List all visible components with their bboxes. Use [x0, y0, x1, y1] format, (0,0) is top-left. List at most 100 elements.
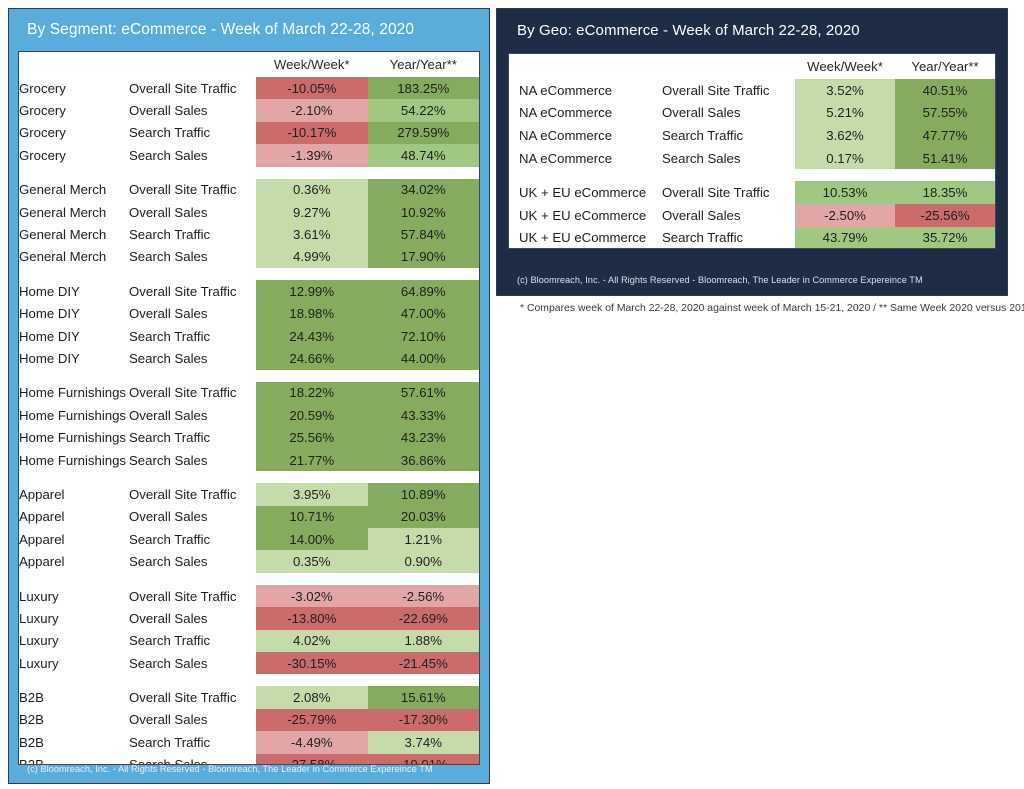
row-category: Apparel — [19, 483, 129, 506]
row-category: Apparel — [19, 528, 129, 551]
row-category: Apparel — [19, 505, 129, 529]
row-category: Luxury — [19, 651, 129, 675]
geo-table-head: Week/Week* Year/Year** — [509, 54, 995, 79]
row-metric: Search Traffic — [656, 226, 795, 248]
group-spacer-row — [19, 268, 479, 281]
cell-week-over-week: 0.35% — [256, 550, 368, 573]
segment-header-metric — [129, 52, 256, 77]
geo-header-metric — [656, 54, 795, 79]
group-spacer — [19, 471, 479, 484]
table-row: Home DIY Search Sales 24.66% 44.00% — [19, 347, 479, 370]
cell-week-over-week: 25.56% — [256, 426, 368, 449]
row-metric: Overall Site Traffic — [129, 686, 256, 709]
row-category: Luxury — [19, 607, 129, 630]
table-row: Home DIY Overall Sales 18.98% 47.00% — [19, 302, 479, 325]
segment-header-row: Week/Week* Year/Year** — [19, 52, 479, 77]
table-row: General Merch Overall Sales 9.27% 10.92% — [19, 200, 479, 224]
row-metric: Overall Site Traffic — [656, 181, 795, 204]
group-spacer — [19, 572, 479, 585]
geo-panel-title: By Geo: eCommerce - Week of March 22-28,… — [517, 22, 860, 39]
row-metric: Search Traffic — [129, 121, 256, 145]
table-row: B2B Search Traffic -4.49% 3.74% — [19, 731, 479, 754]
row-metric: Search Sales — [129, 144, 256, 167]
row-metric: Overall Site Traffic — [129, 280, 256, 303]
cell-week-over-week: 5.21% — [795, 101, 895, 125]
table-row: Apparel Overall Site Traffic 3.95% 10.89% — [19, 483, 479, 506]
table-row: NA eCommerce Overall Sales 5.21% 57.55% — [509, 101, 995, 125]
cell-week-over-week: 24.66% — [256, 347, 368, 370]
cell-week-over-week: -10.05% — [256, 77, 368, 100]
row-metric: Search Sales — [129, 347, 256, 370]
cell-week-over-week: 20.59% — [256, 404, 368, 427]
cell-year-over-year: 72.10% — [367, 324, 479, 348]
cell-week-over-week: 3.95% — [256, 483, 368, 506]
row-metric: Overall Sales — [129, 302, 256, 325]
cell-year-over-year: 36.86% — [367, 448, 479, 472]
table-row: NA eCommerce Overall Site Traffic 3.52% 40.… — [509, 79, 995, 102]
cell-week-over-week: 4.99% — [256, 245, 368, 269]
table-row: Apparel Overall Sales 10.71% 20.03% — [19, 505, 479, 529]
row-category: UK + EU eCommerce — [509, 203, 656, 227]
cell-week-over-week: 3.61% — [256, 223, 368, 246]
table-row: General Merch Search Sales 4.99% 17.90% — [19, 245, 479, 269]
row-category: Home DIY — [19, 280, 129, 303]
geo-table: Week/Week* Year/Year** NA eCommerce Overa… — [509, 54, 995, 248]
cell-year-over-year: 1.88% — [367, 629, 479, 652]
cell-week-over-week: 18.98% — [256, 302, 368, 325]
table-row: UK + EU eCommerce Search Traffic 43.79% 35.… — [509, 226, 995, 248]
cell-year-over-year: 54.22% — [367, 99, 479, 122]
cell-week-over-week: 18.22% — [256, 381, 368, 405]
geo-table-body: NA eCommerce Overall Site Traffic 3.52% 40.… — [509, 79, 995, 248]
table-row: Grocery Search Sales -1.39% 48.74% — [19, 144, 479, 167]
row-category: General Merch — [19, 223, 129, 246]
group-spacer — [19, 674, 479, 687]
cell-week-over-week: -2.10% — [256, 99, 368, 122]
table-row: General Merch Overall Site Traffic 0.36% 34… — [19, 178, 479, 201]
cell-year-over-year: 183.25% — [367, 77, 479, 100]
cell-year-over-year: 48.74% — [367, 144, 479, 167]
row-category: Home DIY — [19, 347, 129, 370]
row-category: Grocery — [19, 99, 129, 122]
cell-week-over-week: 2.08% — [256, 686, 368, 709]
row-category: Home DIY — [19, 302, 129, 325]
cell-week-over-week: 3.62% — [795, 124, 895, 147]
report-canvas: By Segment: eCommerce - Week of March 22… — [0, 0, 1024, 789]
cell-year-over-year: 3.74% — [367, 731, 479, 754]
segment-header-category — [19, 52, 129, 77]
cell-year-over-year: -17.30% — [367, 708, 479, 732]
row-metric: Search Traffic — [129, 426, 256, 449]
cell-week-over-week: 10.53% — [795, 181, 895, 204]
row-metric: Overall Sales — [129, 404, 256, 427]
group-spacer — [509, 169, 995, 182]
segment-panel-title: By Segment: eCommerce - Week of March 22… — [27, 21, 415, 38]
cell-week-over-week: -13.80% — [256, 607, 368, 630]
cell-year-over-year: 35.72% — [895, 226, 995, 248]
row-metric: Search Sales — [129, 651, 256, 675]
row-category: General Merch — [19, 245, 129, 269]
table-row: General Merch Search Traffic 3.61% 57.84% — [19, 223, 479, 246]
row-metric: Overall Site Traffic — [129, 381, 256, 405]
row-category: B2B — [19, 731, 129, 754]
row-metric: Search Sales — [129, 448, 256, 472]
row-metric: Overall Sales — [129, 708, 256, 732]
cell-year-over-year: 44.00% — [367, 347, 479, 370]
group-spacer-row — [19, 572, 479, 585]
table-row: Apparel Search Traffic 14.00% 1.21% — [19, 528, 479, 551]
table-row: B2B Overall Sales -25.79% -17.30% — [19, 708, 479, 732]
geo-header-category — [509, 54, 656, 79]
table-row: UK + EU eCommerce Overall Site Traffic 10.… — [509, 181, 995, 204]
cell-year-over-year: 20.03% — [367, 505, 479, 529]
row-metric: Search Traffic — [656, 124, 795, 147]
cell-year-over-year: 10.92% — [367, 200, 479, 224]
geo-header-wow: Week/Week* — [795, 54, 895, 79]
cell-week-over-week: 3.52% — [795, 79, 895, 102]
row-category: General Merch — [19, 200, 129, 224]
row-metric: Overall Sales — [129, 505, 256, 529]
row-metric: Overall Sales — [129, 607, 256, 630]
cell-week-over-week: 43.79% — [795, 226, 895, 248]
cell-week-over-week: -10.17% — [256, 121, 368, 145]
row-metric: Overall Site Traffic — [656, 79, 795, 102]
row-category: Home Furnishings — [19, 426, 129, 449]
segment-panel-footer: (c) Bloomreach, Inc. - All Rights Reserv… — [27, 764, 433, 774]
cell-year-over-year: 40.51% — [895, 79, 995, 102]
